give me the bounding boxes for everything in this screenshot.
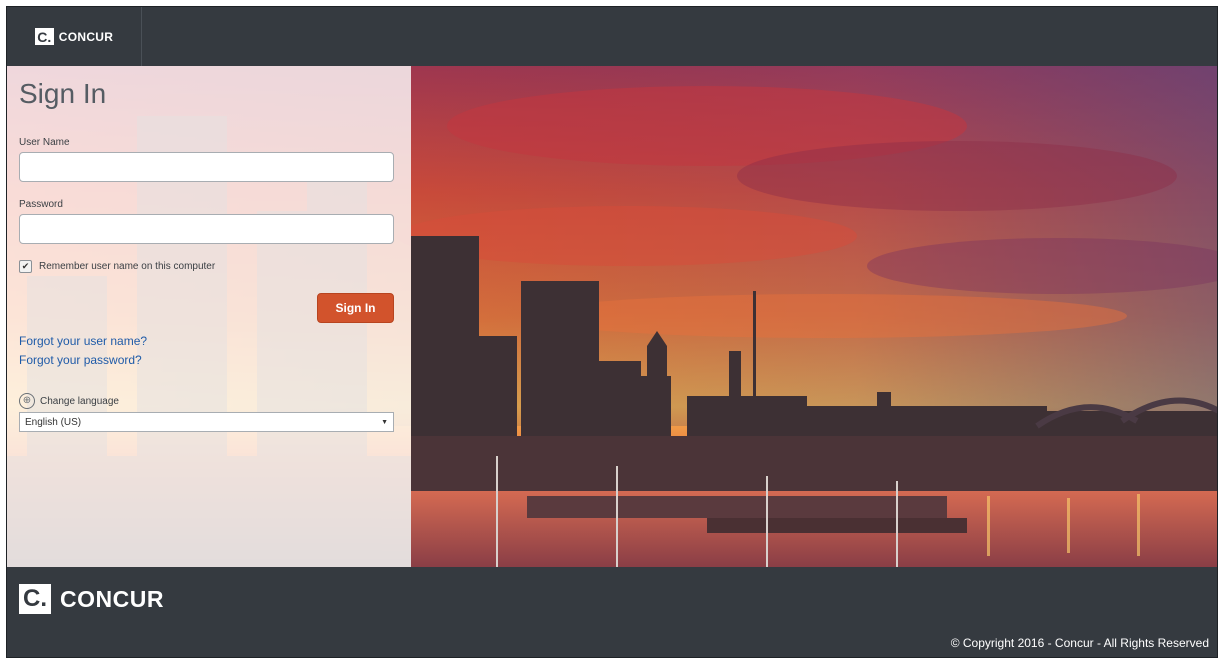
signin-panel: Sign In User Name Password ✔ Remember us… xyxy=(7,66,411,567)
header-logo-text: CONCUR xyxy=(58,29,114,44)
footer-logo-text: CONCUR xyxy=(60,585,164,612)
sign-in-button[interactable]: Sign In xyxy=(317,293,394,323)
footer-logo: C. CONCUR xyxy=(19,584,164,614)
forgot-username-link[interactable]: Forgot your user name? xyxy=(19,334,147,348)
language-selected-value: English (US) xyxy=(25,416,82,428)
caret-down-icon: ▼ xyxy=(381,418,388,426)
concur-logo-icon: C. xyxy=(34,28,54,45)
language-select[interactable]: English (US) ▼ xyxy=(19,412,394,432)
change-language-label: Change language xyxy=(40,395,119,407)
concur-logo-icon: C. xyxy=(19,584,51,614)
globe-icon: ⊕ xyxy=(19,393,35,409)
footer: C. CONCUR © Copyright 2016 - Concur - Al… xyxy=(7,567,1217,657)
checkmark-icon: ✔ xyxy=(21,261,30,271)
top-header: C. CONCUR xyxy=(7,7,1217,66)
remember-username-row[interactable]: ✔ Remember user name on this computer xyxy=(19,260,215,273)
remember-label: Remember user name on this computer xyxy=(39,261,216,272)
change-language: ⊕ Change language xyxy=(19,393,119,409)
header-logo[interactable]: C. CONCUR xyxy=(7,7,142,66)
password-label: Password xyxy=(19,199,63,210)
password-input[interactable] xyxy=(19,214,394,244)
remember-checkbox[interactable]: ✔ xyxy=(19,260,32,273)
forgot-password-link[interactable]: Forgot your password? xyxy=(19,353,142,367)
page-title: Sign In xyxy=(19,78,107,109)
username-input[interactable] xyxy=(19,152,394,182)
copyright-text: © Copyright 2016 - Concur - All Rights R… xyxy=(950,636,1209,650)
concur-login-page: C. CONCUR Sign In User Name Password ✔ R… xyxy=(6,6,1218,658)
username-label: User Name xyxy=(19,137,70,148)
